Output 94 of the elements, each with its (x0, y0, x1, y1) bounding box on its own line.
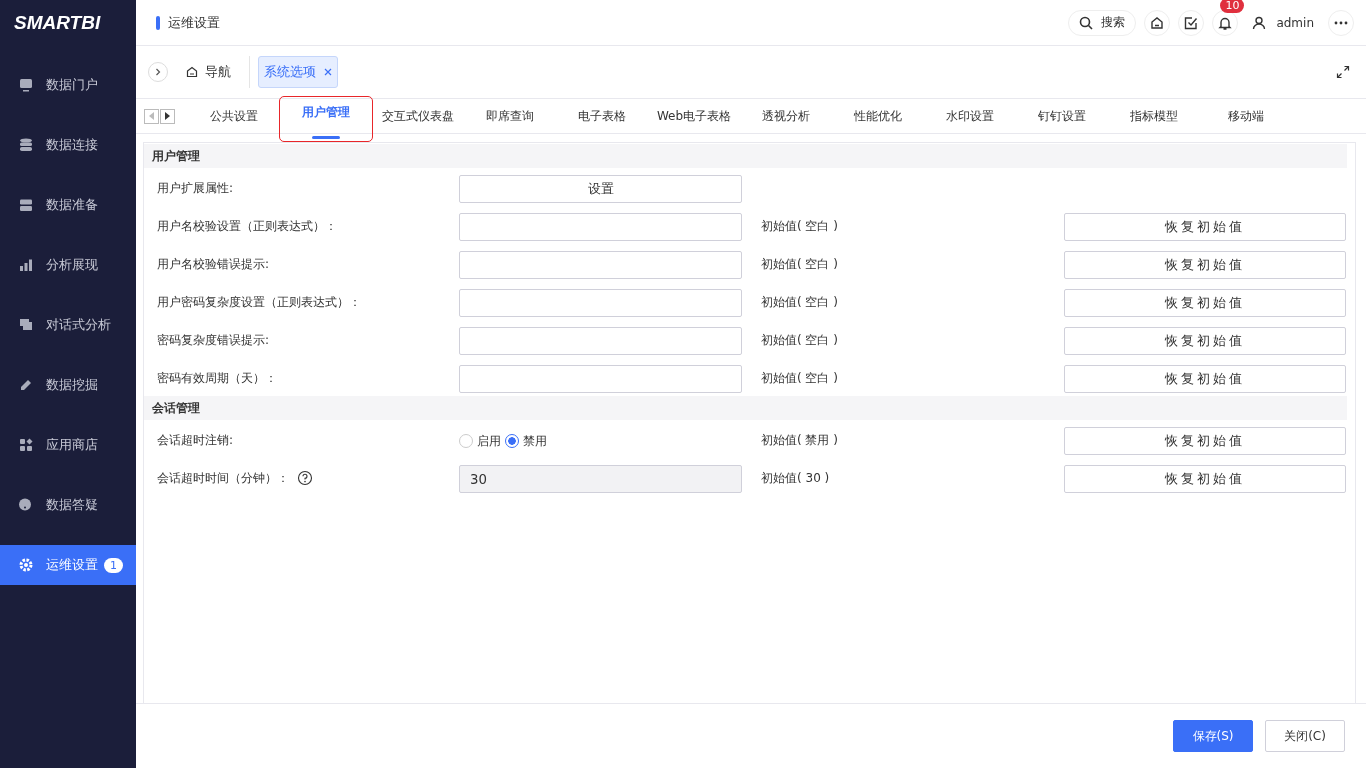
caret-right-icon (164, 112, 171, 120)
notification-button[interactable] (1212, 9, 1239, 36)
more-button[interactable] (1328, 9, 1354, 36)
apps-icon (18, 437, 34, 453)
tab[interactable]: 水印设置 (924, 99, 1016, 133)
caret-left-icon (148, 112, 155, 120)
settings-button[interactable]: 设置 (459, 175, 742, 203)
sidebar-item[interactable]: 数据挖掘 (0, 365, 136, 405)
initial-value: 初始值( 空白 ) (761, 333, 838, 347)
input-field[interactable] (459, 365, 742, 393)
input-field[interactable]: 30 (459, 465, 742, 493)
close-icon[interactable] (324, 68, 332, 76)
close-button[interactable]: 关闭(C) (1265, 720, 1345, 752)
tab[interactable]: Web电子表格 (648, 99, 740, 133)
bars-icon (18, 257, 34, 273)
field-label: 用户扩展属性: (157, 180, 234, 197)
logo: SMARTBI (13, 10, 102, 35)
tab[interactable]: 指标模型 (1108, 99, 1200, 133)
tab[interactable]: 移动端 (1200, 99, 1292, 133)
save-button[interactable]: 保存(S) (1173, 720, 1253, 752)
input-field[interactable] (459, 251, 742, 279)
sidebar-item[interactable]: 应用商店 (0, 425, 136, 465)
initial-value: 初始值( 空白 ) (761, 219, 838, 233)
restore-button[interactable]: 恢复初始值 (1064, 251, 1346, 279)
restore-button[interactable]: 恢复初始值 (1064, 213, 1346, 241)
navigation-link[interactable]: 导航 (180, 62, 237, 82)
input-field[interactable] (459, 213, 742, 241)
input-field[interactable] (459, 289, 742, 317)
home-icon (186, 66, 198, 78)
initial-value: 初始值( 禁用 ) (761, 433, 838, 447)
monitor-icon (18, 77, 34, 93)
tab[interactable]: 交互式仪表盘 (372, 99, 464, 133)
home-button[interactable] (1144, 9, 1171, 36)
field-label: 会话超时时间（分钟）： (157, 470, 289, 487)
user-icon (1252, 15, 1267, 30)
user-menu[interactable]: admin (1246, 15, 1320, 30)
sidebar-item[interactable]: 对话式分析 (0, 305, 136, 345)
checkbox-icon (1184, 15, 1199, 30)
sidebar-item[interactable]: 数据准备 (0, 185, 136, 225)
settings-icon (18, 557, 34, 573)
field-label: 密码有效周期（天）： (157, 370, 277, 387)
initial-value: 初始值( 空白 ) (761, 371, 838, 385)
help-icon (18, 497, 34, 513)
radio-option[interactable]: 启用 (459, 432, 501, 450)
section-header: 会话管理 (144, 396, 1347, 420)
field-label: 用户名校验设置（正则表达式）： (157, 218, 337, 235)
tab[interactable]: 即席查询 (464, 99, 556, 133)
field-label: 用户名校验错误提示: (157, 256, 270, 273)
sidebar-item[interactable]: 数据连接 (0, 125, 136, 165)
tab[interactable]: 透视分析 (740, 99, 832, 133)
radio-button[interactable] (459, 434, 473, 448)
initial-value: 初始值( 空白 ) (761, 295, 838, 309)
server-icon (18, 197, 34, 213)
bell-icon (1218, 15, 1233, 30)
restore-button[interactable]: 恢复初始值 (1064, 365, 1346, 393)
initial-value: 初始值( 空白 ) (761, 257, 838, 271)
section-header: 用户管理 (144, 144, 1347, 168)
tab[interactable]: 性能优化 (832, 99, 924, 133)
restore-button[interactable]: 恢复初始值 (1064, 289, 1346, 317)
restore-button[interactable]: 恢复初始值 (1064, 327, 1346, 355)
page-tab[interactable]: 系统选项 (258, 56, 338, 88)
sidebar-item[interactable]: 分析展现 (0, 245, 136, 285)
sidebar-item[interactable]: 运维设置 1 (0, 545, 136, 585)
restore-button[interactable]: 恢复初始值 (1064, 427, 1346, 455)
db-icon (18, 137, 34, 153)
tab[interactable]: 钉钉设置 (1016, 99, 1108, 133)
initial-value: 初始值( 30 ) (761, 471, 830, 485)
sidebar-item[interactable]: 数据门户 (0, 65, 136, 105)
help-icon[interactable] (297, 470, 313, 486)
field-label: 用户密码复杂度设置（正则表达式）： (157, 294, 361, 311)
field-label: 密码复杂度错误提示: (157, 332, 270, 349)
tab[interactable]: 用户管理 (280, 97, 372, 141)
chat-icon (18, 317, 34, 333)
fullscreen-icon[interactable] (1336, 65, 1350, 79)
more-icon (1334, 20, 1348, 25)
radio-option[interactable]: 禁用 (505, 432, 547, 450)
pen-icon (18, 377, 34, 393)
input-field[interactable] (459, 327, 742, 355)
tab[interactable]: 公共设置 (188, 99, 280, 133)
chevron-right-icon (154, 68, 162, 76)
tab[interactable]: 电子表格 (556, 99, 648, 133)
home-icon (1150, 15, 1165, 30)
restore-button[interactable]: 恢复初始值 (1064, 465, 1346, 493)
task-button[interactable] (1178, 9, 1205, 36)
page-title: 运维设置 (168, 13, 220, 32)
field-label: 会话超时注销: (157, 432, 234, 449)
radio-button[interactable] (505, 434, 519, 448)
notification-badge: 10 (1220, 0, 1245, 13)
count-badge: 1 (104, 557, 123, 573)
search-button[interactable]: 搜索 (1068, 9, 1137, 36)
sidebar-item[interactable]: 数据答疑 (0, 485, 136, 525)
search-icon (1079, 15, 1094, 30)
expand-button[interactable] (148, 62, 168, 82)
scroll-right-button[interactable] (160, 108, 175, 124)
